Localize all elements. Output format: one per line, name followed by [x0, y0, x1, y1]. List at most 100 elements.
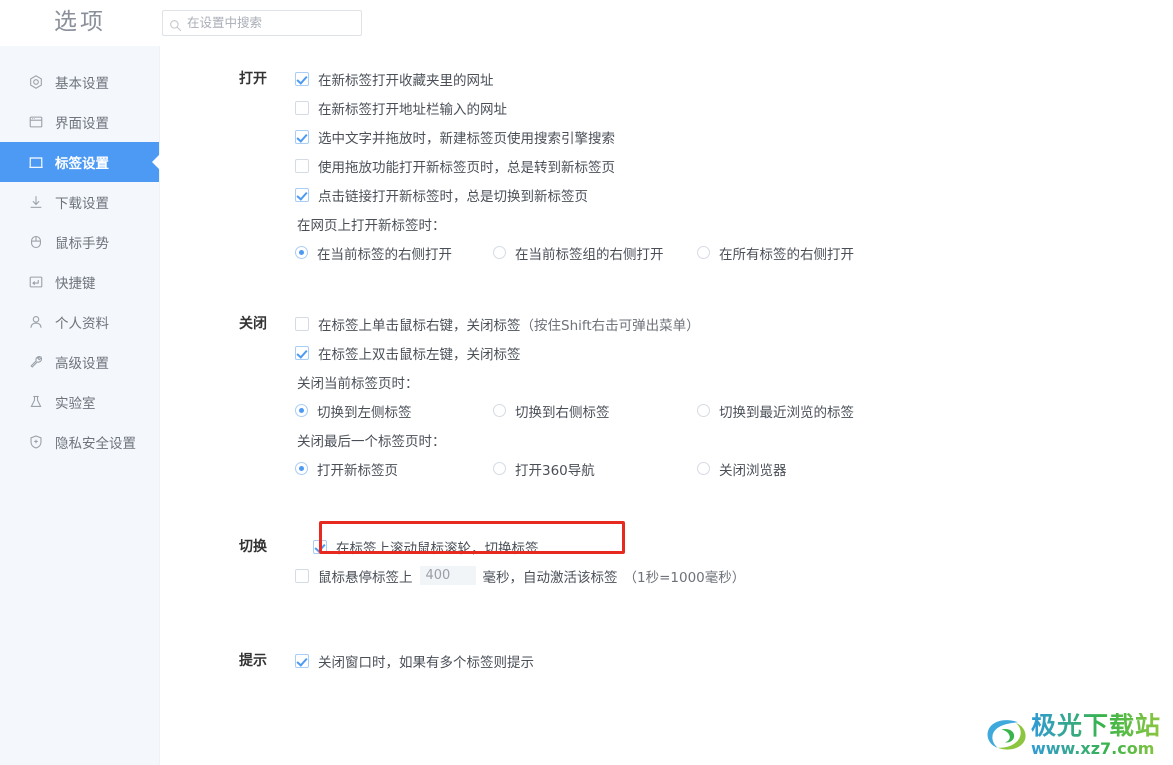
- radio-label: 打开360导航: [515, 462, 595, 479]
- active-indicator-notch: [152, 154, 160, 170]
- sidebar-item-download-settings[interactable]: 下载设置: [0, 182, 159, 222]
- sidebar-item-mouse-gesture[interactable]: 鼠标手势: [0, 222, 159, 262]
- radio-label: 在当前标签组的右侧打开: [515, 246, 664, 263]
- open-radio-group-label: 在网页上打开新标签时：: [297, 217, 446, 234]
- radio-label: 切换到最近浏览的标签: [719, 404, 854, 421]
- checkbox-label: 在标签上双击鼠标左键，关闭标签: [318, 346, 521, 363]
- sidebar-item-label: 高级设置: [55, 356, 109, 372]
- close-current-radio-group: 切换到左侧标签 切换到右侧标签 切换到最近浏览的标签: [295, 396, 1173, 425]
- download-arrow-icon: [28, 194, 44, 210]
- settings-content: 打开 在新标签打开收藏夹里的网址 在新标签打开地址栏输入的网址 选中文字并拖放时…: [160, 46, 1173, 765]
- radio-label: 在当前标签的右侧打开: [317, 246, 452, 263]
- site-watermark: 极光下载站 www.xz7.com: [983, 713, 1161, 757]
- watermark-logo-icon: [983, 714, 1027, 756]
- checkbox-hover-activate-tab[interactable]: [295, 568, 309, 583]
- checkbox-row[interactable]: 点击链接打开新标签时，总是切换到新标签页: [295, 180, 1173, 209]
- checkbox-row[interactable]: 在标签上单击鼠标右键，关闭标签 （按住Shift右击可弹出菜单）: [295, 309, 1173, 338]
- checkbox-row[interactable]: 在标签上滚动鼠标滚轮，切换标签: [295, 532, 1173, 561]
- radio-label: 打开新标签页: [317, 462, 398, 479]
- checkbox-drag-open-switch[interactable]: [295, 158, 309, 173]
- close-last-radio-group: 打开新标签页 打开360导航 关闭浏览器: [295, 454, 1173, 483]
- sidebar-item-shortcuts[interactable]: 快捷键: [0, 262, 159, 302]
- radio-open-new-tab-page[interactable]: 打开新标签页: [295, 459, 493, 479]
- search-input[interactable]: [187, 13, 355, 33]
- hover-activate-row[interactable]: 鼠标悬停标签上 毫秒，自动激活该标签 （1秒=1000毫秒）: [295, 561, 1173, 590]
- radio-open-right-of-all-tabs[interactable]: 在所有标签的右侧打开: [697, 243, 854, 263]
- section-close: 关闭 在标签上单击鼠标右键，关闭标签 （按住Shift右击可弹出菜单） 在标签上…: [160, 309, 1173, 483]
- sidebar-item-label: 快捷键: [55, 276, 96, 292]
- radio-close-browser[interactable]: 关闭浏览器: [697, 459, 787, 479]
- checkbox-open-addressbar-new-tab[interactable]: [295, 100, 309, 115]
- radio-marker[interactable]: [697, 462, 710, 475]
- radio-marker[interactable]: [295, 404, 308, 417]
- app-header: 选项: [0, 0, 1173, 46]
- sidebar-item-lab[interactable]: 实验室: [0, 382, 159, 422]
- section-label-open: 打开: [239, 71, 267, 87]
- watermark-url: www.xz7.com: [1031, 741, 1161, 757]
- hover-delay-input[interactable]: [419, 566, 476, 585]
- radio-switch-to-left-tab[interactable]: 切换到左侧标签: [295, 401, 493, 421]
- watermark-text: 极光下载站 www.xz7.com: [1031, 713, 1161, 757]
- open-position-radio-group: 在当前标签的右侧打开 在当前标签组的右侧打开 在所有标签的右侧打开: [295, 238, 1173, 267]
- sidebar-item-interface-settings[interactable]: 界面设置: [0, 102, 159, 142]
- sidebar-item-label: 个人资料: [55, 316, 109, 332]
- radio-marker[interactable]: [697, 246, 710, 259]
- radio-marker[interactable]: [697, 404, 710, 417]
- checkbox-scroll-wheel-switch-tab[interactable]: [313, 539, 327, 554]
- section-open: 打开 在新标签打开收藏夹里的网址 在新标签打开地址栏输入的网址 选中文字并拖放时…: [160, 64, 1173, 267]
- person-icon: [28, 314, 44, 330]
- radio-marker[interactable]: [493, 246, 506, 259]
- checkbox-label: 在标签上单击鼠标右键，关闭标签: [318, 317, 521, 334]
- hexagon-target-icon: [28, 74, 44, 90]
- section-tip: 提示 关闭窗口时，如果有多个标签则提示: [160, 646, 1173, 675]
- keyboard-enter-icon: [28, 274, 44, 290]
- radio-open-right-of-tab-group[interactable]: 在当前标签组的右侧打开: [493, 243, 697, 263]
- radio-marker[interactable]: [493, 404, 506, 417]
- section-switch: 切换 在标签上滚动鼠标滚轮，切换标签 鼠标悬停标签上 毫秒，自动激活该标签 （1…: [160, 532, 1173, 590]
- checkbox-warn-closing-multiple-tabs[interactable]: [295, 653, 309, 668]
- checkbox-drag-text-search[interactable]: [295, 129, 309, 144]
- radio-marker[interactable]: [295, 246, 308, 259]
- checkbox-double-click-close-tab[interactable]: [295, 345, 309, 360]
- close-last-radio-group-label: 关闭最后一个标签页时：: [297, 433, 446, 450]
- tab-icon: [28, 154, 44, 170]
- checkbox-open-bookmark-new-tab[interactable]: [295, 71, 309, 86]
- sidebar-item-tab-settings[interactable]: 标签设置: [0, 142, 160, 182]
- sidebar-item-label: 鼠标手势: [55, 236, 109, 252]
- sidebar-item-basic-settings[interactable]: 基本设置: [0, 62, 159, 102]
- window-icon: [28, 114, 44, 130]
- radio-open-360-navigation[interactable]: 打开360导航: [493, 459, 697, 479]
- radio-label: 关闭浏览器: [719, 462, 787, 479]
- section-body-open: 在新标签打开收藏夹里的网址 在新标签打开地址栏输入的网址 选中文字并拖放时，新建…: [295, 64, 1173, 267]
- checkbox-row[interactable]: 在标签上双击鼠标左键，关闭标签: [295, 338, 1173, 367]
- checkbox-label: 点击链接打开新标签时，总是切换到新标签页: [318, 188, 588, 205]
- radio-switch-to-recent-tab[interactable]: 切换到最近浏览的标签: [697, 401, 854, 421]
- sidebar: 基本设置 界面设置 标签设置 下载设置 鼠标手势 快捷键 个人资料 高级设置 实…: [0, 46, 160, 765]
- checkbox-row[interactable]: 关闭窗口时，如果有多个标签则提示: [295, 646, 1173, 675]
- checkbox-label: 关闭窗口时，如果有多个标签则提示: [318, 654, 534, 671]
- checkbox-label: 在标签上滚动鼠标滚轮，切换标签: [336, 540, 539, 557]
- checkbox-row[interactable]: 在新标签打开收藏夹里的网址: [295, 64, 1173, 93]
- checkbox-row[interactable]: 在新标签打开地址栏输入的网址: [295, 93, 1173, 122]
- checkbox-right-click-close-tab[interactable]: [295, 316, 309, 331]
- checkbox-note: （按住Shift右击可弹出菜单）: [520, 317, 700, 334]
- checkbox-link-open-switch[interactable]: [295, 187, 309, 202]
- checkbox-label: 在新标签打开地址栏输入的网址: [318, 101, 507, 118]
- sidebar-item-profile[interactable]: 个人资料: [0, 302, 159, 342]
- radio-label: 切换到右侧标签: [515, 404, 610, 421]
- checkbox-row[interactable]: 使用拖放功能打开新标签页时，总是转到新标签页: [295, 151, 1173, 180]
- sidebar-item-label: 标签设置: [55, 156, 109, 172]
- search-box[interactable]: [162, 10, 362, 36]
- section-label-switch: 切换: [239, 539, 267, 555]
- watermark-name: 极光下载站: [1030, 711, 1161, 740]
- checkbox-row[interactable]: 选中文字并拖放时，新建标签页使用搜索引擎搜索: [295, 122, 1173, 151]
- section-body-tip: 关闭窗口时，如果有多个标签则提示: [295, 646, 1173, 675]
- sidebar-item-advanced-settings[interactable]: 高级设置: [0, 342, 159, 382]
- radio-open-right-of-current-tab[interactable]: 在当前标签的右侧打开: [295, 243, 493, 263]
- section-label-tip: 提示: [239, 653, 267, 669]
- radio-marker[interactable]: [493, 462, 506, 475]
- sidebar-item-privacy-security[interactable]: 隐私安全设置: [0, 422, 159, 462]
- radio-switch-to-right-tab[interactable]: 切换到右侧标签: [493, 401, 697, 421]
- radio-marker[interactable]: [295, 462, 308, 475]
- radio-label: 在所有标签的右侧打开: [719, 246, 854, 263]
